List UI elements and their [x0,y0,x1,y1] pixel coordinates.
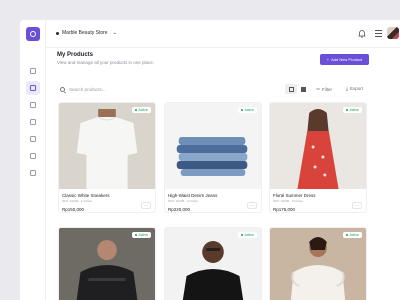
product-name: Floral Summer Dress [273,193,316,198]
product-card[interactable]: Active Classic White Sneakers SKU: 10234… [58,102,156,213]
list-view-icon [288,86,294,92]
view-toggle [285,84,309,94]
product-image: Active [270,228,366,300]
avatar[interactable] [387,27,399,39]
grid-view-icon [300,86,306,92]
export-button[interactable]: ⤓ Export [346,86,363,91]
search-icon [60,86,65,92]
status-badge: Active [342,232,362,238]
app-logo[interactable] [26,27,40,41]
product-card[interactable]: Active Floral Summer Dress SKU: 10236 · … [269,102,367,213]
product-card[interactable]: Active [269,227,367,300]
product-price: Rp175,000 [273,207,296,212]
add-product-label: Add New Product [331,57,363,62]
message-icon[interactable] [26,166,40,180]
page-title: My Products [57,52,94,58]
store-selector[interactable]: Marble Beauty Store ⌄ [56,30,117,36]
status-badge: Active [131,107,151,113]
plus-icon: + [326,57,330,62]
product-image: Active [165,228,261,300]
filter-icon: ⚌ [316,86,321,91]
product-meta: SKU: 10234 · 1 Colour [62,199,93,203]
sidebar [20,20,46,300]
product-price: Rp220,000 [168,207,191,212]
users-icon[interactable] [26,115,40,129]
calendar-icon[interactable] [26,149,40,163]
store-dot-icon [56,31,59,35]
menu-icon[interactable] [375,30,382,37]
export-label: Export [350,86,364,91]
status-badge: Active [237,107,257,113]
search-placeholder: Search products... [69,86,106,92]
product-name: High-Waist Denim Jeans [168,193,218,198]
add-product-button[interactable]: + Add New Product [320,54,369,65]
product-name: Classic White Sneakers [62,193,110,198]
filter-button[interactable]: ⚌ Filter [316,86,332,92]
bell-icon[interactable] [358,29,366,38]
download-icon: ⤓ [346,86,348,91]
home-icon[interactable] [26,64,40,78]
product-card[interactable]: Active [164,227,262,300]
store-name: Marble Beauty Store [62,30,108,36]
app-window: Marble Beauty Store ⌄ My Products View a… [20,20,400,300]
filter-label: Filter [322,86,333,92]
status-badge: Active [237,232,257,238]
chart-icon[interactable] [26,132,40,146]
grid-view-button[interactable] [297,84,309,94]
box-icon[interactable] [26,81,40,95]
list-view-button[interactable] [285,84,297,94]
more-options-button[interactable]: ··· [141,202,151,209]
more-options-button[interactable]: ··· [247,202,257,209]
product-image: Active [165,103,261,189]
status-badge: Active [342,107,362,113]
product-price: Rp150,000 [62,207,85,212]
product-image: Active [270,103,366,189]
product-image: Active [59,103,155,189]
product-meta: SKU: 10235 · 2 Colour [168,199,199,203]
product-card[interactable]: Active High-Waist Denim Jeans SKU: 10235… [164,102,262,213]
top-bar: Marble Beauty Store ⌄ [46,20,400,48]
more-options-button[interactable]: ··· [352,202,362,209]
chevron-down-icon: ⌄ [112,30,117,36]
search-input[interactable]: Search products... [57,83,167,95]
clipboard-icon[interactable] [26,98,40,112]
product-meta: SKU: 10236 · 3 Colour [273,199,304,203]
product-image: Active [59,228,155,300]
status-badge: Active [131,232,151,238]
page-subtitle: View and manage all your products in one… [57,60,154,65]
product-card[interactable]: Active [58,227,156,300]
